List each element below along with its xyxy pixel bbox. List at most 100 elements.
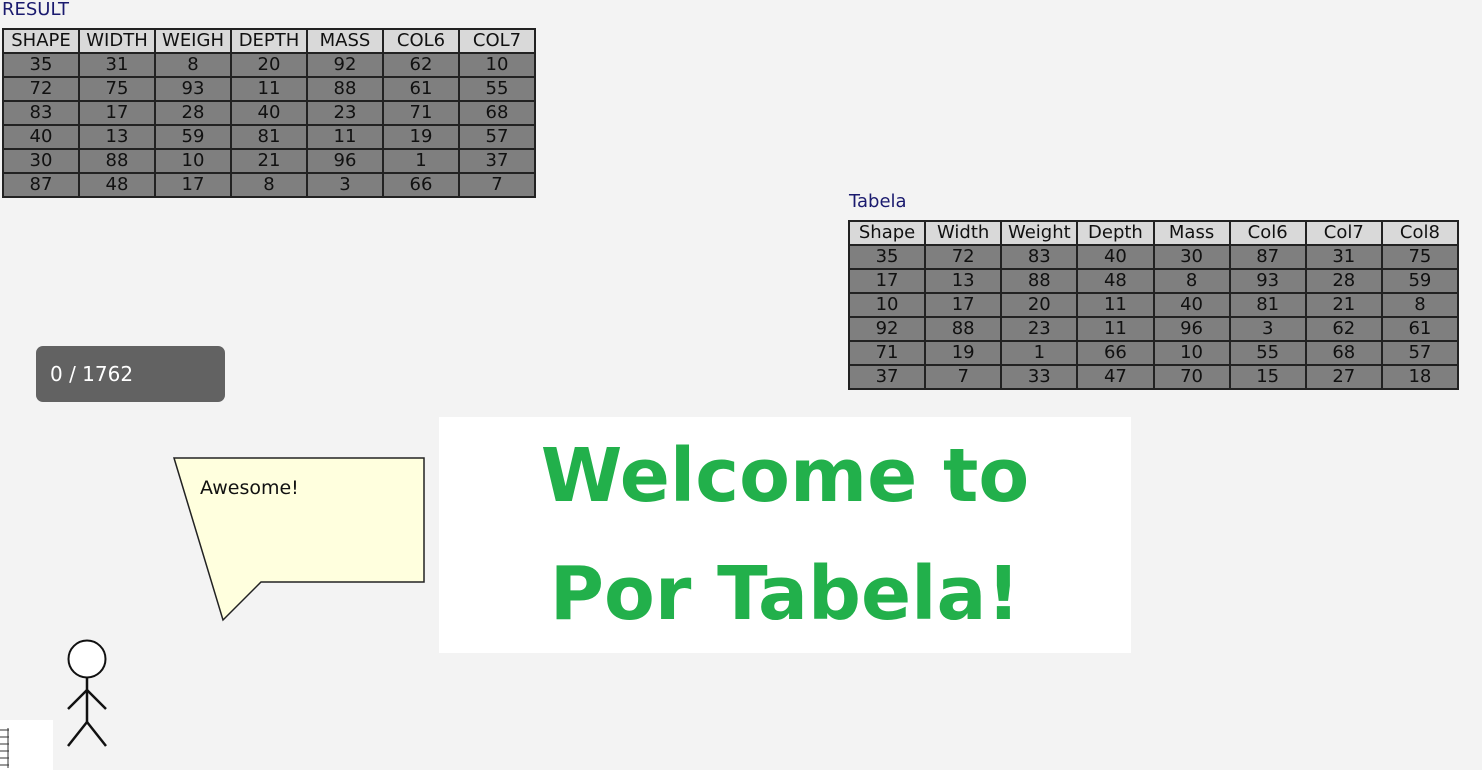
tabela-row: 92 88 23 11 96 3 62 61	[847, 316, 1460, 342]
result-header-cell: SHAPE	[2, 28, 80, 54]
result-cell[interactable]: 8	[154, 52, 232, 78]
tabela-cell[interactable]: 59	[1380, 268, 1460, 294]
result-cell[interactable]: 83	[2, 100, 80, 126]
tabela-cell[interactable]: 37	[847, 364, 927, 390]
tabela-cell[interactable]: 93	[1228, 268, 1307, 294]
tabela-cell[interactable]: 20	[1000, 292, 1079, 318]
tabela-cell[interactable]: 10	[1152, 340, 1231, 366]
result-cell[interactable]: 68	[458, 100, 536, 126]
tabela-cell[interactable]: 81	[1228, 292, 1307, 318]
tabela-cell[interactable]: 27	[1304, 364, 1383, 390]
tabela-cell[interactable]: 40	[1076, 244, 1155, 270]
result-cell[interactable]: 17	[78, 100, 156, 126]
result-cell[interactable]: 10	[458, 52, 536, 78]
result-cell[interactable]: 87	[2, 172, 80, 198]
tabela-cell[interactable]: 30	[1152, 244, 1231, 270]
tabela-cell[interactable]: 28	[1304, 268, 1383, 294]
tabela-cell[interactable]: 40	[1152, 292, 1231, 318]
result-cell[interactable]: 48	[78, 172, 156, 198]
result-cell[interactable]: 35	[2, 52, 80, 78]
tabela-cell[interactable]: 66	[1076, 340, 1155, 366]
tabela-cell[interactable]: 55	[1228, 340, 1307, 366]
tabela-cell[interactable]: 48	[1076, 268, 1155, 294]
result-header-cell: DEPTH	[230, 28, 308, 54]
result-cell[interactable]: 81	[230, 124, 308, 150]
result-cell[interactable]: 23	[306, 100, 384, 126]
tabela-cell[interactable]: 35	[847, 244, 927, 270]
result-cell[interactable]: 3	[306, 172, 384, 198]
result-cell[interactable]: 66	[382, 172, 460, 198]
result-cell[interactable]: 92	[306, 52, 384, 78]
result-cell[interactable]: 72	[2, 76, 80, 102]
tabela-cell[interactable]: 8	[1380, 292, 1460, 318]
tabela-cell[interactable]: 96	[1152, 316, 1231, 342]
tabela-cell[interactable]: 47	[1076, 364, 1155, 390]
result-cell[interactable]: 93	[154, 76, 232, 102]
result-cell[interactable]: 88	[306, 76, 384, 102]
tabela-header-cell: Col6	[1228, 220, 1307, 246]
tabela-cell[interactable]: 88	[1000, 268, 1079, 294]
result-cell[interactable]: 11	[230, 76, 308, 102]
tabela-cell[interactable]: 17	[924, 292, 1003, 318]
tabela-cell[interactable]: 19	[924, 340, 1003, 366]
result-cell[interactable]: 88	[78, 148, 156, 174]
tabela-cell[interactable]: 70	[1152, 364, 1231, 390]
result-cell[interactable]: 8	[230, 172, 308, 198]
result-cell[interactable]: 61	[382, 76, 460, 102]
result-cell[interactable]: 28	[154, 100, 232, 126]
result-cell[interactable]: 20	[230, 52, 308, 78]
result-header-row: SHAPE WIDTH WEIGH DEPTH MASS COL6 COL7	[2, 28, 536, 54]
tabela-cell[interactable]: 8	[1152, 268, 1231, 294]
tabela-cell[interactable]: 62	[1304, 316, 1383, 342]
tabela-cell[interactable]: 72	[924, 244, 1003, 270]
tabela-cell[interactable]: 57	[1380, 340, 1460, 366]
tabela-cell[interactable]: 75	[1380, 244, 1460, 270]
stick-figure-icon	[67, 639, 107, 747]
tabela-cell[interactable]: 88	[924, 316, 1003, 342]
result-cell[interactable]: 7	[458, 172, 536, 198]
result-cell[interactable]: 75	[78, 76, 156, 102]
result-cell[interactable]: 11	[306, 124, 384, 150]
tabela-cell[interactable]: 7	[924, 364, 1003, 390]
result-cell[interactable]: 13	[78, 124, 156, 150]
result-cell[interactable]: 21	[230, 148, 308, 174]
result-cell[interactable]: 1	[382, 148, 460, 174]
result-cell[interactable]: 40	[230, 100, 308, 126]
welcome-banner: Welcome to Por Tabela!	[439, 417, 1131, 653]
tabela-cell[interactable]: 87	[1228, 244, 1307, 270]
tabela-cell[interactable]: 61	[1380, 316, 1460, 342]
result-cell[interactable]: 57	[458, 124, 536, 150]
result-cell[interactable]: 10	[154, 148, 232, 174]
result-cell[interactable]: 40	[2, 124, 80, 150]
tabela-cell[interactable]: 11	[1076, 316, 1155, 342]
tabela-cell[interactable]: 10	[847, 292, 927, 318]
tabela-cell[interactable]: 1	[1000, 340, 1079, 366]
result-cell[interactable]: 30	[2, 148, 80, 174]
tabela-cell[interactable]: 13	[924, 268, 1003, 294]
result-cell[interactable]: 96	[306, 148, 384, 174]
tabela-cell[interactable]: 15	[1228, 364, 1307, 390]
tabela-cell[interactable]: 11	[1076, 292, 1155, 318]
tabela-cell[interactable]: 3	[1228, 316, 1307, 342]
tabela-cell[interactable]: 31	[1304, 244, 1383, 270]
tabela-cell[interactable]: 21	[1304, 292, 1383, 318]
tabela-cell[interactable]: 23	[1000, 316, 1079, 342]
tabela-row: 17 13 88 48 8 93 28 59	[847, 268, 1460, 294]
result-cell[interactable]: 62	[382, 52, 460, 78]
result-cell[interactable]: 55	[458, 76, 536, 102]
tabela-cell[interactable]: 33	[1000, 364, 1079, 390]
result-cell[interactable]: 37	[458, 148, 536, 174]
result-cell[interactable]: 71	[382, 100, 460, 126]
tabela-caption: Tabela	[849, 191, 907, 212]
tabela-cell[interactable]: 68	[1304, 340, 1383, 366]
result-cell[interactable]: 31	[78, 52, 156, 78]
tabela-table: Shape Width Weight Depth Mass Col6 Col7 …	[847, 220, 1460, 390]
result-cell[interactable]: 19	[382, 124, 460, 150]
result-cell[interactable]: 59	[154, 124, 232, 150]
tabela-cell[interactable]: 71	[847, 340, 927, 366]
result-cell[interactable]: 17	[154, 172, 232, 198]
tabela-cell[interactable]: 83	[1000, 244, 1079, 270]
tabela-cell[interactable]: 92	[847, 316, 927, 342]
tabela-cell[interactable]: 17	[847, 268, 927, 294]
tabela-cell[interactable]: 18	[1380, 364, 1460, 390]
